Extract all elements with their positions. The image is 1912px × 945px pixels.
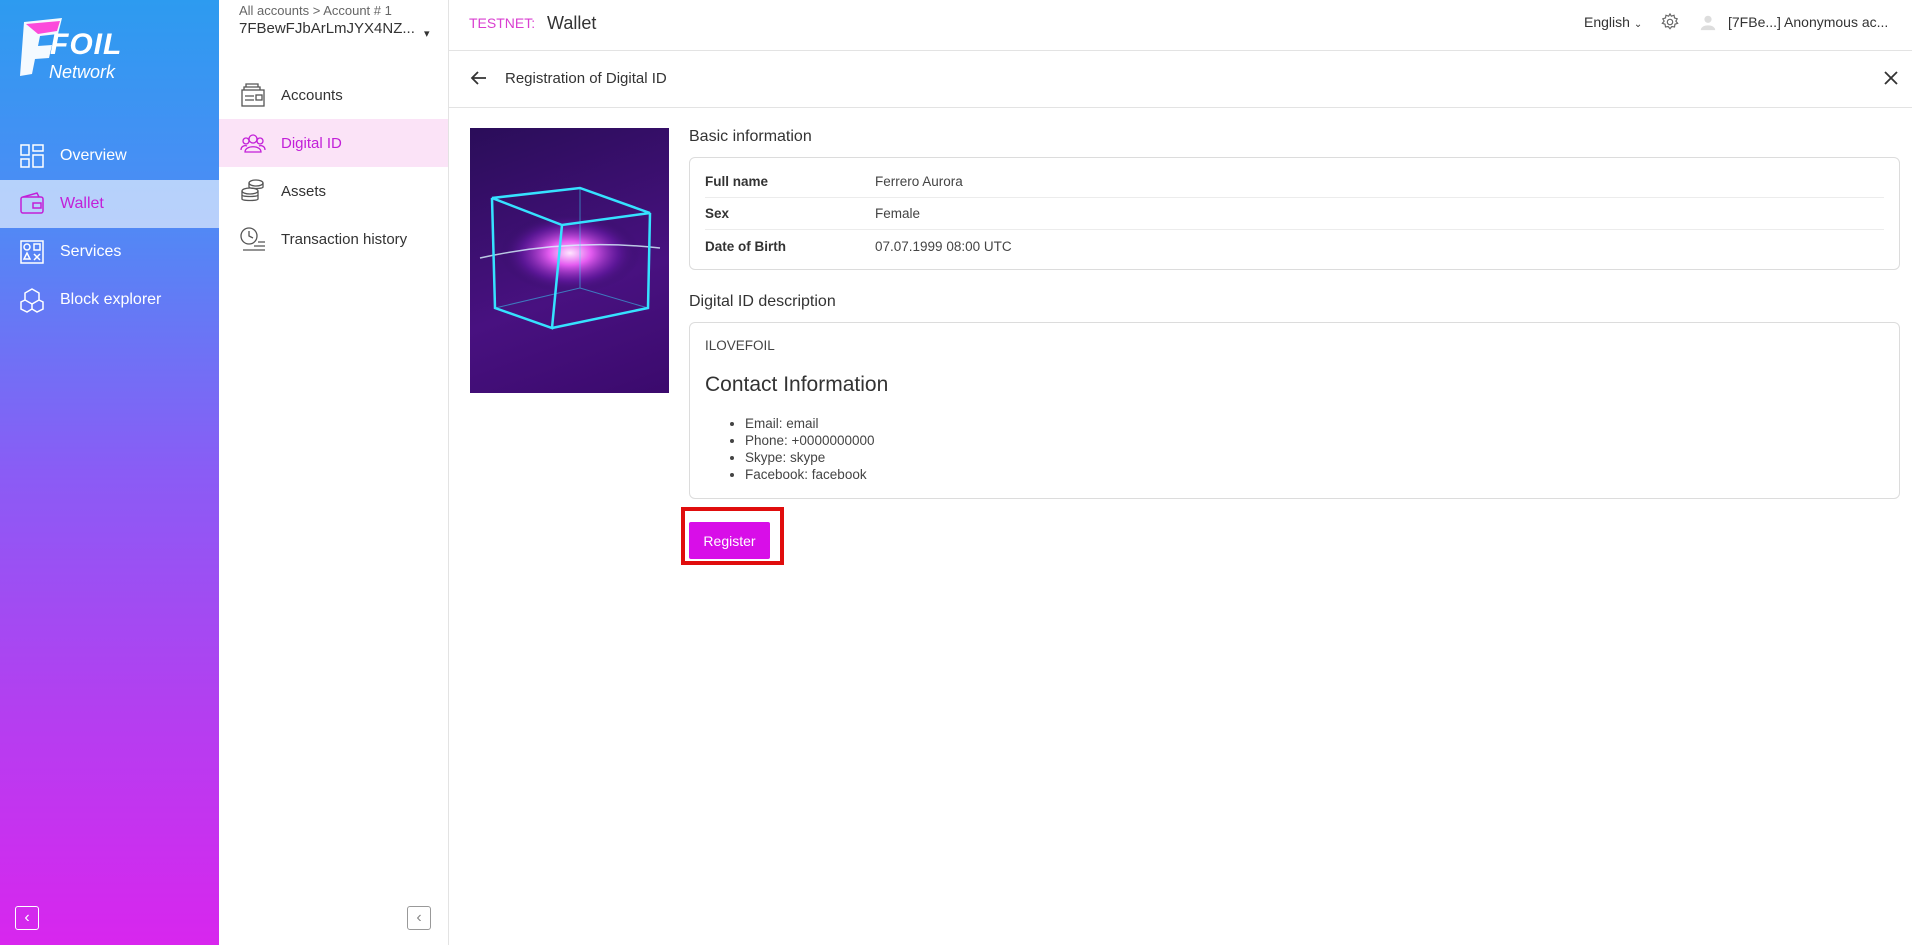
list-item: Phone: +0000000000 <box>745 432 875 449</box>
sub-nav-label: Accounts <box>281 86 343 104</box>
chevron-left-icon: ‹ <box>416 909 422 926</box>
nav-item-label: Wallet <box>60 195 104 212</box>
avatar[interactable] <box>1699 13 1717 31</box>
sub-nav-item-digital-id[interactable]: Digital ID <box>219 119 448 167</box>
chevron-down-icon: ⌄ <box>1633 19 1643 30</box>
user-menu[interactable]: [7FBe...] Anonymous ac... <box>1728 14 1888 30</box>
info-row-sex: Sex Female <box>705 198 1884 230</box>
content-header: Registration of Digital ID <box>449 51 1912 108</box>
nav-item-services[interactable]: Services <box>0 228 219 276</box>
brand-sub: Network <box>49 62 116 82</box>
account-selector[interactable]: 7FBewFJbArLmJYX4NZ... <box>239 20 415 37</box>
caret-down-icon[interactable]: ▾ <box>424 27 430 40</box>
brand-name: FOIL <box>50 28 123 61</box>
services-icon <box>18 238 46 266</box>
description-heading: Contact Information <box>705 373 889 396</box>
info-value: Female <box>875 206 921 221</box>
sub-nav-label: Assets <box>281 182 327 200</box>
language-selector[interactable]: English ⌄ <box>1584 14 1642 30</box>
wallet-icon <box>18 190 46 218</box>
digital-id-image <box>470 128 669 393</box>
collapse-subnav-button[interactable]: ‹ <box>407 906 431 930</box>
main-nav-list: Overview Wallet Services Block explorer <box>0 132 219 324</box>
grid-icon <box>18 142 46 170</box>
basic-info-card: Full name Ferrero Aurora Sex Female Date… <box>689 157 1900 270</box>
sub-nav-label: Digital ID <box>281 134 342 152</box>
info-key: Sex <box>705 206 730 221</box>
nav-item-wallet[interactable]: Wallet <box>0 180 219 228</box>
nav-item-label: Block explorer <box>60 291 162 308</box>
sub-nav-item-transaction-history[interactable]: Transaction history <box>219 215 448 263</box>
people-icon <box>239 129 267 157</box>
basic-info-title: Basic information <box>689 128 812 145</box>
description-text: ILOVEFOIL <box>705 338 775 353</box>
wallet-stack-icon <box>239 81 267 109</box>
gear-icon[interactable] <box>1661 13 1679 31</box>
nav-item-block-explorer[interactable]: Block explorer <box>0 276 219 324</box>
nav-item-overview[interactable]: Overview <box>0 132 219 180</box>
info-value: Ferrero Aurora <box>875 174 963 189</box>
top-header: TESTNET: Wallet English ⌄ [7FBe...] Anon… <box>449 0 1912 51</box>
contact-list: Email: email Phone: +0000000000 Skype: s… <box>745 415 875 483</box>
language-label: English <box>1584 14 1630 30</box>
sub-nav-item-accounts[interactable]: Accounts <box>219 71 448 119</box>
list-item: Facebook: facebook <box>745 466 875 483</box>
sub-nav-label: Transaction history <box>281 230 408 248</box>
back-arrow-icon[interactable] <box>469 68 489 88</box>
history-icon <box>239 225 267 253</box>
collapse-sidebar-button[interactable]: ‹ <box>15 906 39 930</box>
info-key: Full name <box>705 174 769 189</box>
close-icon[interactable] <box>1881 68 1901 88</box>
chevron-left-icon: ‹ <box>24 909 30 926</box>
main-sidebar: FOIL Network Overview Wallet Services Bl… <box>0 0 219 945</box>
account-breadcrumb[interactable]: All accounts > Account # 1 <box>239 3 392 18</box>
network-label: TESTNET: <box>469 15 536 31</box>
nav-item-label: Services <box>60 243 122 260</box>
page-title: Wallet <box>547 13 597 33</box>
info-row-date-of-birth: Date of Birth 07.07.1999 08:00 UTC <box>705 230 1884 262</box>
info-key: Date of Birth <box>705 238 786 254</box>
cubes-icon <box>18 286 46 314</box>
wallet-sub-sidebar: All accounts > Account # 1 7FBewFJbArLmJ… <box>219 0 449 945</box>
description-title: Digital ID description <box>689 293 836 310</box>
register-button[interactable]: Register <box>689 522 770 559</box>
info-value: 07.07.1999 08:00 UTC <box>875 238 1012 254</box>
nav-item-label: Overview <box>60 147 127 164</box>
sub-nav-item-assets[interactable]: Assets <box>219 167 448 215</box>
description-card: ILOVEFOIL Contact Information Email: ema… <box>689 322 1900 499</box>
coins-icon <box>239 177 267 205</box>
info-row-full-name: Full name Ferrero Aurora <box>705 166 1884 198</box>
sub-nav-list: Accounts Digital ID Assets Transaction h… <box>219 71 448 263</box>
list-item: Skype: skype <box>745 449 875 466</box>
user-label: [7FBe...] Anonymous ac... <box>1728 14 1889 30</box>
content-title: Registration of Digital ID <box>505 70 667 87</box>
list-item: Email: email <box>745 415 875 432</box>
